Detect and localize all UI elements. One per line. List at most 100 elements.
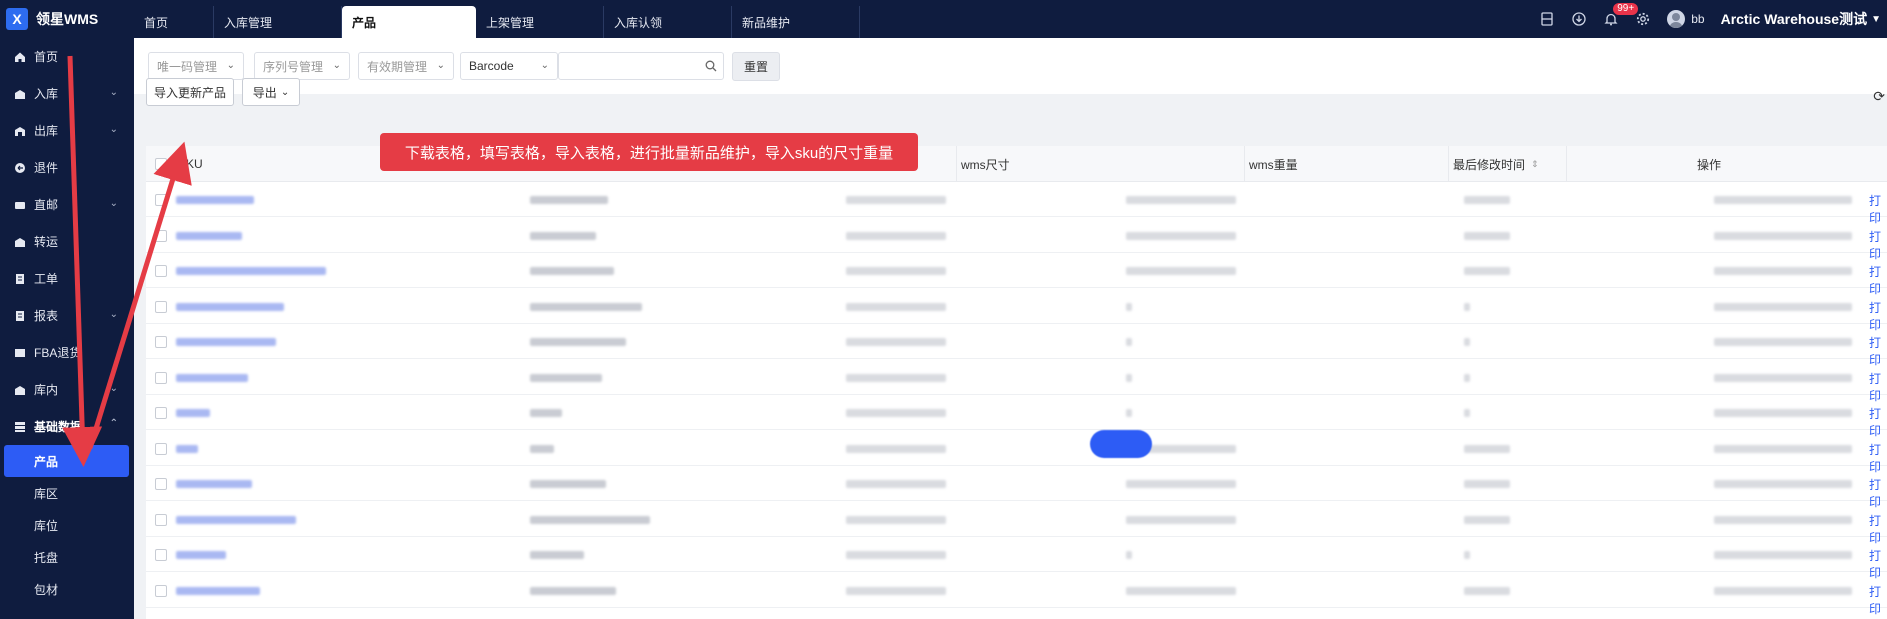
reset-button[interactable]: 重置	[732, 52, 780, 81]
row-checkbox[interactable]	[155, 549, 167, 561]
table-row[interactable]: 打印	[146, 218, 1887, 261]
sidebar-item-transfer[interactable]: 转运	[0, 223, 134, 260]
refresh-icon[interactable]: ⟳	[1873, 88, 1885, 105]
table-row[interactable]: 打印	[146, 502, 1887, 545]
table-row[interactable]: 打印	[146, 360, 1887, 403]
tab-product[interactable]: 产品	[342, 6, 476, 38]
sidebar-item-return[interactable]: 退件	[0, 149, 134, 186]
sidebar-item-in-warehouse[interactable]: 库内 ⌄	[0, 371, 134, 408]
sidebar-item-outbound[interactable]: 出库 ⌄	[0, 112, 134, 149]
user-name[interactable]: bb	[1691, 12, 1704, 26]
serial-no-select[interactable]: 序列号管理 ⌄	[254, 52, 350, 80]
sidebar-item-report[interactable]: 报表 ⌄	[0, 297, 134, 334]
column-header-last-modified[interactable]: 最后修改时间 ⇕	[1448, 146, 1566, 182]
sidebar-item-home[interactable]: 首页	[0, 38, 134, 75]
avatar[interactable]	[1667, 10, 1686, 28]
sidebar-subitem-location[interactable]: 库位	[0, 509, 134, 541]
column-header-wms-size[interactable]: wms尺寸	[956, 146, 1244, 182]
sku-link[interactable]	[176, 409, 210, 417]
sku-link[interactable]	[176, 586, 260, 595]
sidebar-item-direct-mail[interactable]: 直邮 ⌄	[0, 186, 134, 223]
search-input[interactable]	[558, 52, 724, 80]
tab-new-product-maintenance[interactable]: 新品维护	[732, 6, 860, 38]
row-checkbox[interactable]	[155, 584, 167, 597]
sidebar-subitem-product[interactable]: 产品	[4, 445, 129, 477]
sku-link[interactable]	[176, 480, 252, 488]
row-checkbox[interactable]	[155, 300, 167, 313]
table-row[interactable]: 打印	[146, 395, 1887, 438]
wms-weight-cell	[1464, 302, 1470, 311]
warehouse-selector[interactable]: Arctic Warehouse测试	[1721, 9, 1868, 29]
product-name-cell	[530, 586, 616, 595]
table-row[interactable]: 打印	[146, 182, 1887, 225]
last-modified-cell	[1714, 444, 1852, 453]
download-icon[interactable]	[1571, 11, 1587, 27]
column-header-wms-weight[interactable]: wms重量	[1244, 146, 1448, 182]
wms-size-cell	[1126, 515, 1236, 524]
row-checkbox[interactable]	[155, 336, 167, 348]
search-type-select[interactable]: Barcode ⌄	[460, 52, 558, 80]
table-row[interactable]: 打印	[146, 573, 1887, 616]
wms-weight-cell	[1464, 409, 1470, 417]
sku-link[interactable]	[176, 551, 226, 559]
sidebar-subitem-packaging[interactable]: 包材	[0, 573, 134, 605]
chevron-down-icon: ⌄	[109, 87, 118, 98]
sku-link[interactable]	[176, 373, 248, 382]
product-info-cell	[846, 338, 946, 346]
import-update-product-button[interactable]: 导入更新产品	[146, 78, 234, 106]
bell-icon[interactable]: 99+	[1603, 3, 1639, 27]
sku-link[interactable]	[176, 444, 198, 453]
column-label: 操作	[1697, 157, 1722, 172]
sku-link[interactable]	[176, 267, 326, 275]
last-modified-cell	[1714, 373, 1852, 382]
sidebar-item-basic-data[interactable]: 基础数据 ⌃	[0, 408, 134, 445]
table-row[interactable]: 打印	[146, 466, 1887, 509]
sidebar-item-inbound[interactable]: 入库 ⌄	[0, 75, 134, 112]
sku-link[interactable]	[176, 302, 284, 311]
export-button[interactable]: 导出 ⌄	[242, 78, 300, 106]
row-checkbox[interactable]	[155, 265, 167, 277]
row-checkbox[interactable]	[155, 194, 167, 206]
gear-icon[interactable]	[1635, 11, 1651, 27]
tab-home[interactable]: 首页	[134, 6, 214, 38]
sku-link[interactable]	[176, 338, 276, 346]
row-checkbox[interactable]	[155, 442, 167, 455]
tab-putaway-management[interactable]: 上架管理	[476, 6, 604, 38]
select-all-checkbox[interactable]	[146, 146, 174, 182]
sidebar-item-fba-return[interactable]: FBA退货	[0, 334, 134, 371]
table-row[interactable]: 打印	[146, 289, 1887, 332]
sku-link[interactable]	[176, 196, 254, 204]
highlight-marker	[1090, 430, 1152, 458]
table-row[interactable]: 打印	[146, 253, 1887, 296]
print-link[interactable]: 打印	[1869, 583, 1887, 617]
top-bar: X 领星WMS 首页 入库管理 产品 上架管理 入库认领 新品维护 99+ bb…	[0, 0, 1887, 38]
product-name-cell	[530, 515, 650, 524]
tab-inbound-claim[interactable]: 入库认领	[604, 6, 732, 38]
row-checkbox[interactable]	[155, 407, 167, 419]
button-label: 导出	[252, 85, 277, 100]
sku-link[interactable]	[176, 515, 296, 524]
app-logo[interactable]: X 领星WMS	[0, 0, 134, 38]
row-checkbox[interactable]	[155, 229, 167, 242]
search-icon[interactable]	[705, 60, 717, 72]
filter-bar: 唯一码管理 ⌄ 序列号管理 ⌄ 有效期管理 ⌄ Barcode ⌄ 重置	[134, 38, 1887, 94]
expiry-select[interactable]: 有效期管理 ⌄	[358, 52, 454, 80]
row-checkbox[interactable]	[155, 371, 167, 384]
sidebar-subitem-pallet[interactable]: 托盘	[0, 541, 134, 573]
row-checkbox[interactable]	[155, 478, 167, 490]
tab-inbound-management[interactable]: 入库管理	[214, 6, 342, 38]
sort-icon[interactable]: ⇕	[1531, 159, 1539, 170]
product-info-cell	[846, 267, 946, 275]
table-row[interactable]: 打印	[146, 537, 1887, 580]
unique-code-select[interactable]: 唯一码管理 ⌄	[148, 52, 244, 80]
sidebar-subitem-zone[interactable]: 库区	[0, 477, 134, 509]
row-checkbox[interactable]	[155, 513, 167, 526]
table-row[interactable]: 打印	[146, 324, 1887, 367]
app-name: 领星WMS	[36, 11, 99, 27]
sidebar-item-ticket[interactable]: 工单	[0, 260, 134, 297]
wms-size-cell	[1126, 373, 1132, 382]
last-modified-cell	[1714, 338, 1852, 346]
table-row[interactable]: 打印	[146, 431, 1887, 474]
printer-icon[interactable]	[1539, 11, 1555, 27]
sku-link[interactable]	[176, 231, 242, 240]
